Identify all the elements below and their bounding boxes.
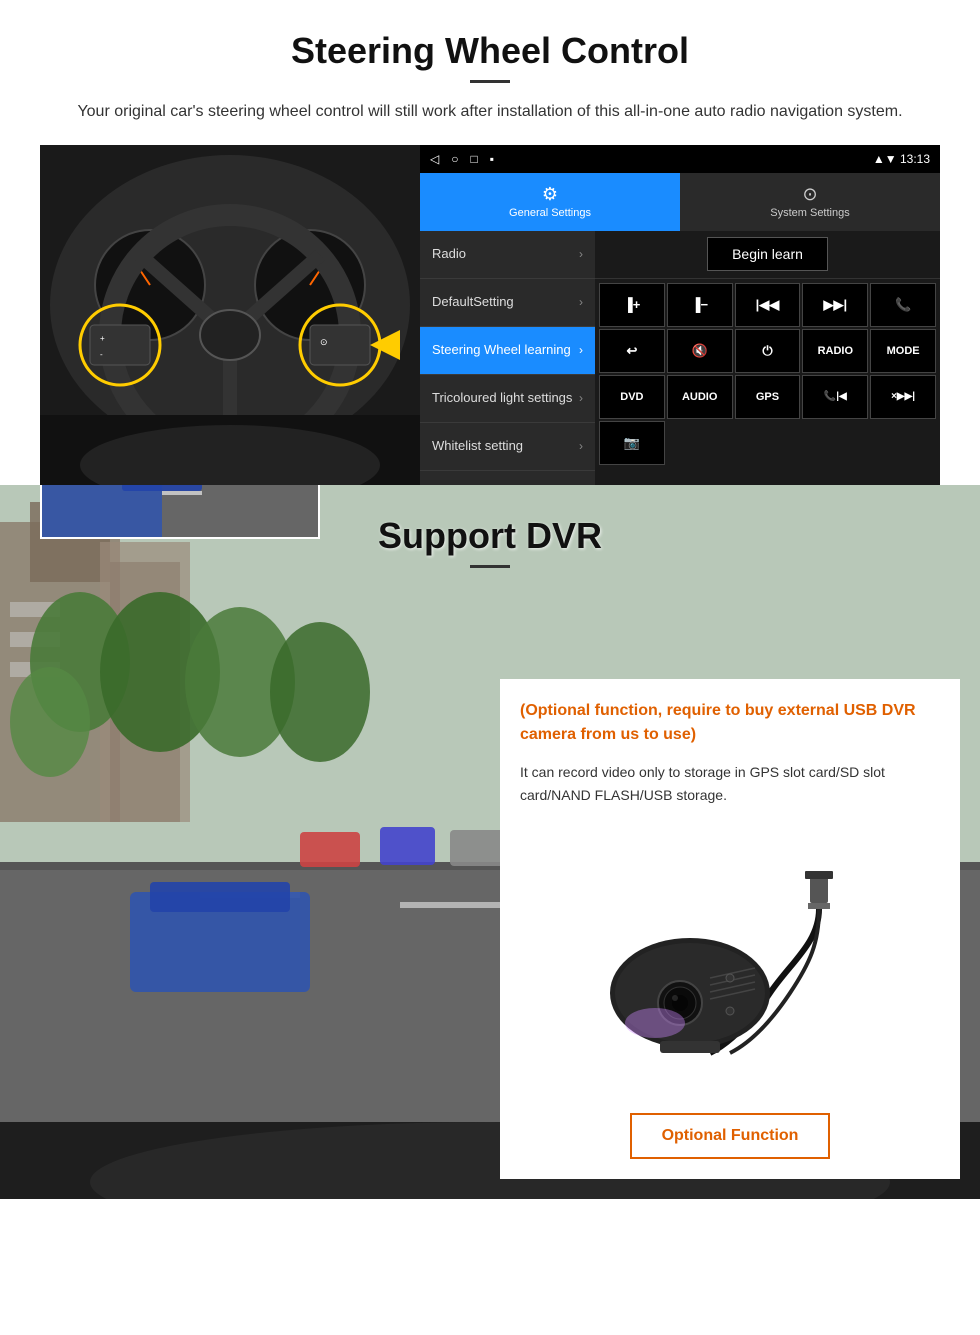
gear-icon: ⚙ [542, 184, 558, 205]
back-icon: ◁ [430, 152, 439, 166]
time-display: 13:13 [900, 152, 930, 166]
ctrl-back[interactable]: ↩ [599, 329, 665, 373]
statusbar-time: ▲▼ 13:13 [873, 152, 930, 166]
begin-learn-area: Begin learn [595, 231, 940, 279]
tab-system[interactable]: ⊙ System Settings [680, 173, 940, 231]
dvr-thumbnail [40, 485, 320, 539]
tab-general-label: General Settings [509, 207, 591, 219]
statusbar-nav: ◁ ○ □ ▪ [430, 152, 494, 166]
ctrl-next[interactable]: ▶▶| [802, 283, 868, 327]
ctrl-call-prev[interactable]: 📞|◀ [802, 375, 868, 419]
settings-menu: Radio › DefaultSetting › Steering Wheel … [420, 231, 595, 485]
dvr-thumb-svg [42, 485, 320, 539]
control-grid: ▐+ ▐− |◀◀ ▶▶| 📞 [595, 279, 940, 469]
home-icon: ○ [451, 152, 458, 166]
ctrl-prev[interactable]: |◀◀ [735, 283, 801, 327]
menu-defaultsetting[interactable]: DefaultSetting › [420, 279, 595, 327]
ctrl-power[interactable]: ⏻ [735, 329, 801, 373]
signal-icon: ▲▼ [873, 152, 900, 166]
ctrl-mute[interactable]: 🔇 [667, 329, 733, 373]
recents-icon: □ [470, 152, 477, 166]
dvr-divider [470, 565, 510, 568]
ctrl-vol-down[interactable]: ▐− [667, 283, 733, 327]
menu-steering-label: Steering Wheel learning [432, 342, 579, 359]
dvr-optional-notice: (Optional function, require to buy exter… [520, 699, 940, 747]
settings-content: Radio › DefaultSetting › Steering Wheel … [420, 231, 940, 485]
steering-title: Steering Wheel Control [40, 30, 940, 72]
dvr-content-row: (Optional function, require to buy exter… [0, 599, 980, 1199]
android-panel: ◁ ○ □ ▪ ▲▼ 13:13 ⚙ General Settings ⊙ [420, 145, 940, 485]
settings-right: Begin learn ▐+ ▐− |◀◀ [595, 231, 940, 485]
ctrl-vol-up[interactable]: ▐+ [599, 283, 665, 327]
steering-wheel-svg: + - ⊙ [40, 145, 420, 485]
menu-whitelist[interactable]: Whitelist setting › [420, 423, 595, 471]
chevron-default: › [579, 295, 583, 309]
menu-defaultsetting-label: DefaultSetting [432, 294, 579, 311]
settings-tabs: ⚙ General Settings ⊙ System Settings [420, 173, 940, 231]
tab-general[interactable]: ⚙ General Settings [420, 173, 680, 231]
dvr-camera-svg [570, 863, 890, 1063]
ctrl-gps[interactable]: GPS [735, 375, 801, 419]
menu-radio-label: Radio [432, 246, 579, 263]
dvr-section: Support DVR [0, 485, 980, 1199]
steering-description: Your original car's steering wheel contr… [40, 99, 940, 125]
system-icon: ⊙ [802, 184, 817, 205]
ctrl-dvd[interactable]: DVD [599, 375, 665, 419]
dvr-right-panel: (Optional function, require to buy exter… [500, 619, 980, 1199]
ctrl-camera[interactable]: 📷 [599, 421, 665, 465]
menu-steering-wheel[interactable]: Steering Wheel learning › [420, 327, 595, 375]
menu-radio[interactable]: Radio › [420, 231, 595, 279]
statusbar: ◁ ○ □ ▪ ▲▼ 13:13 [420, 145, 940, 173]
dvr-camera-image [520, 824, 940, 1102]
menu-tricolour-label: Tricoloured light settings [432, 390, 579, 407]
chevron-whitelist: › [579, 439, 583, 453]
chevron-radio: › [579, 247, 583, 261]
steering-screenshot: + - ⊙ ◁ ○ □ ▪ [40, 145, 940, 485]
ctrl-mode[interactable]: MODE [870, 329, 936, 373]
ctrl-audio[interactable]: AUDIO [667, 375, 733, 419]
svg-text:⊙: ⊙ [320, 337, 328, 347]
dvr-info-body: It can record video only to storage in G… [520, 761, 940, 809]
ctrl-hang-next[interactable]: ×▶▶| [870, 375, 936, 419]
optional-function-button[interactable]: Optional Function [630, 1113, 831, 1159]
begin-learn-button[interactable]: Begin learn [707, 237, 828, 271]
tab-system-label: System Settings [770, 207, 849, 219]
menu-icon: ▪ [490, 152, 494, 166]
ctrl-call[interactable]: 📞 [870, 283, 936, 327]
steering-section: Steering Wheel Control Your original car… [0, 0, 980, 485]
menu-tricolour[interactable]: Tricoloured light settings › [420, 375, 595, 423]
steering-wheel-photo: + - ⊙ [40, 145, 420, 485]
svg-text:+: + [100, 334, 105, 343]
ctrl-radio[interactable]: RADIO [802, 329, 868, 373]
chevron-steering: › [579, 343, 583, 357]
dvr-info-card: (Optional function, require to buy exter… [500, 679, 960, 1179]
svg-text:-: - [100, 350, 103, 359]
menu-whitelist-label: Whitelist setting [432, 438, 579, 455]
chevron-tricolour: › [579, 391, 583, 405]
title-divider [470, 80, 510, 83]
